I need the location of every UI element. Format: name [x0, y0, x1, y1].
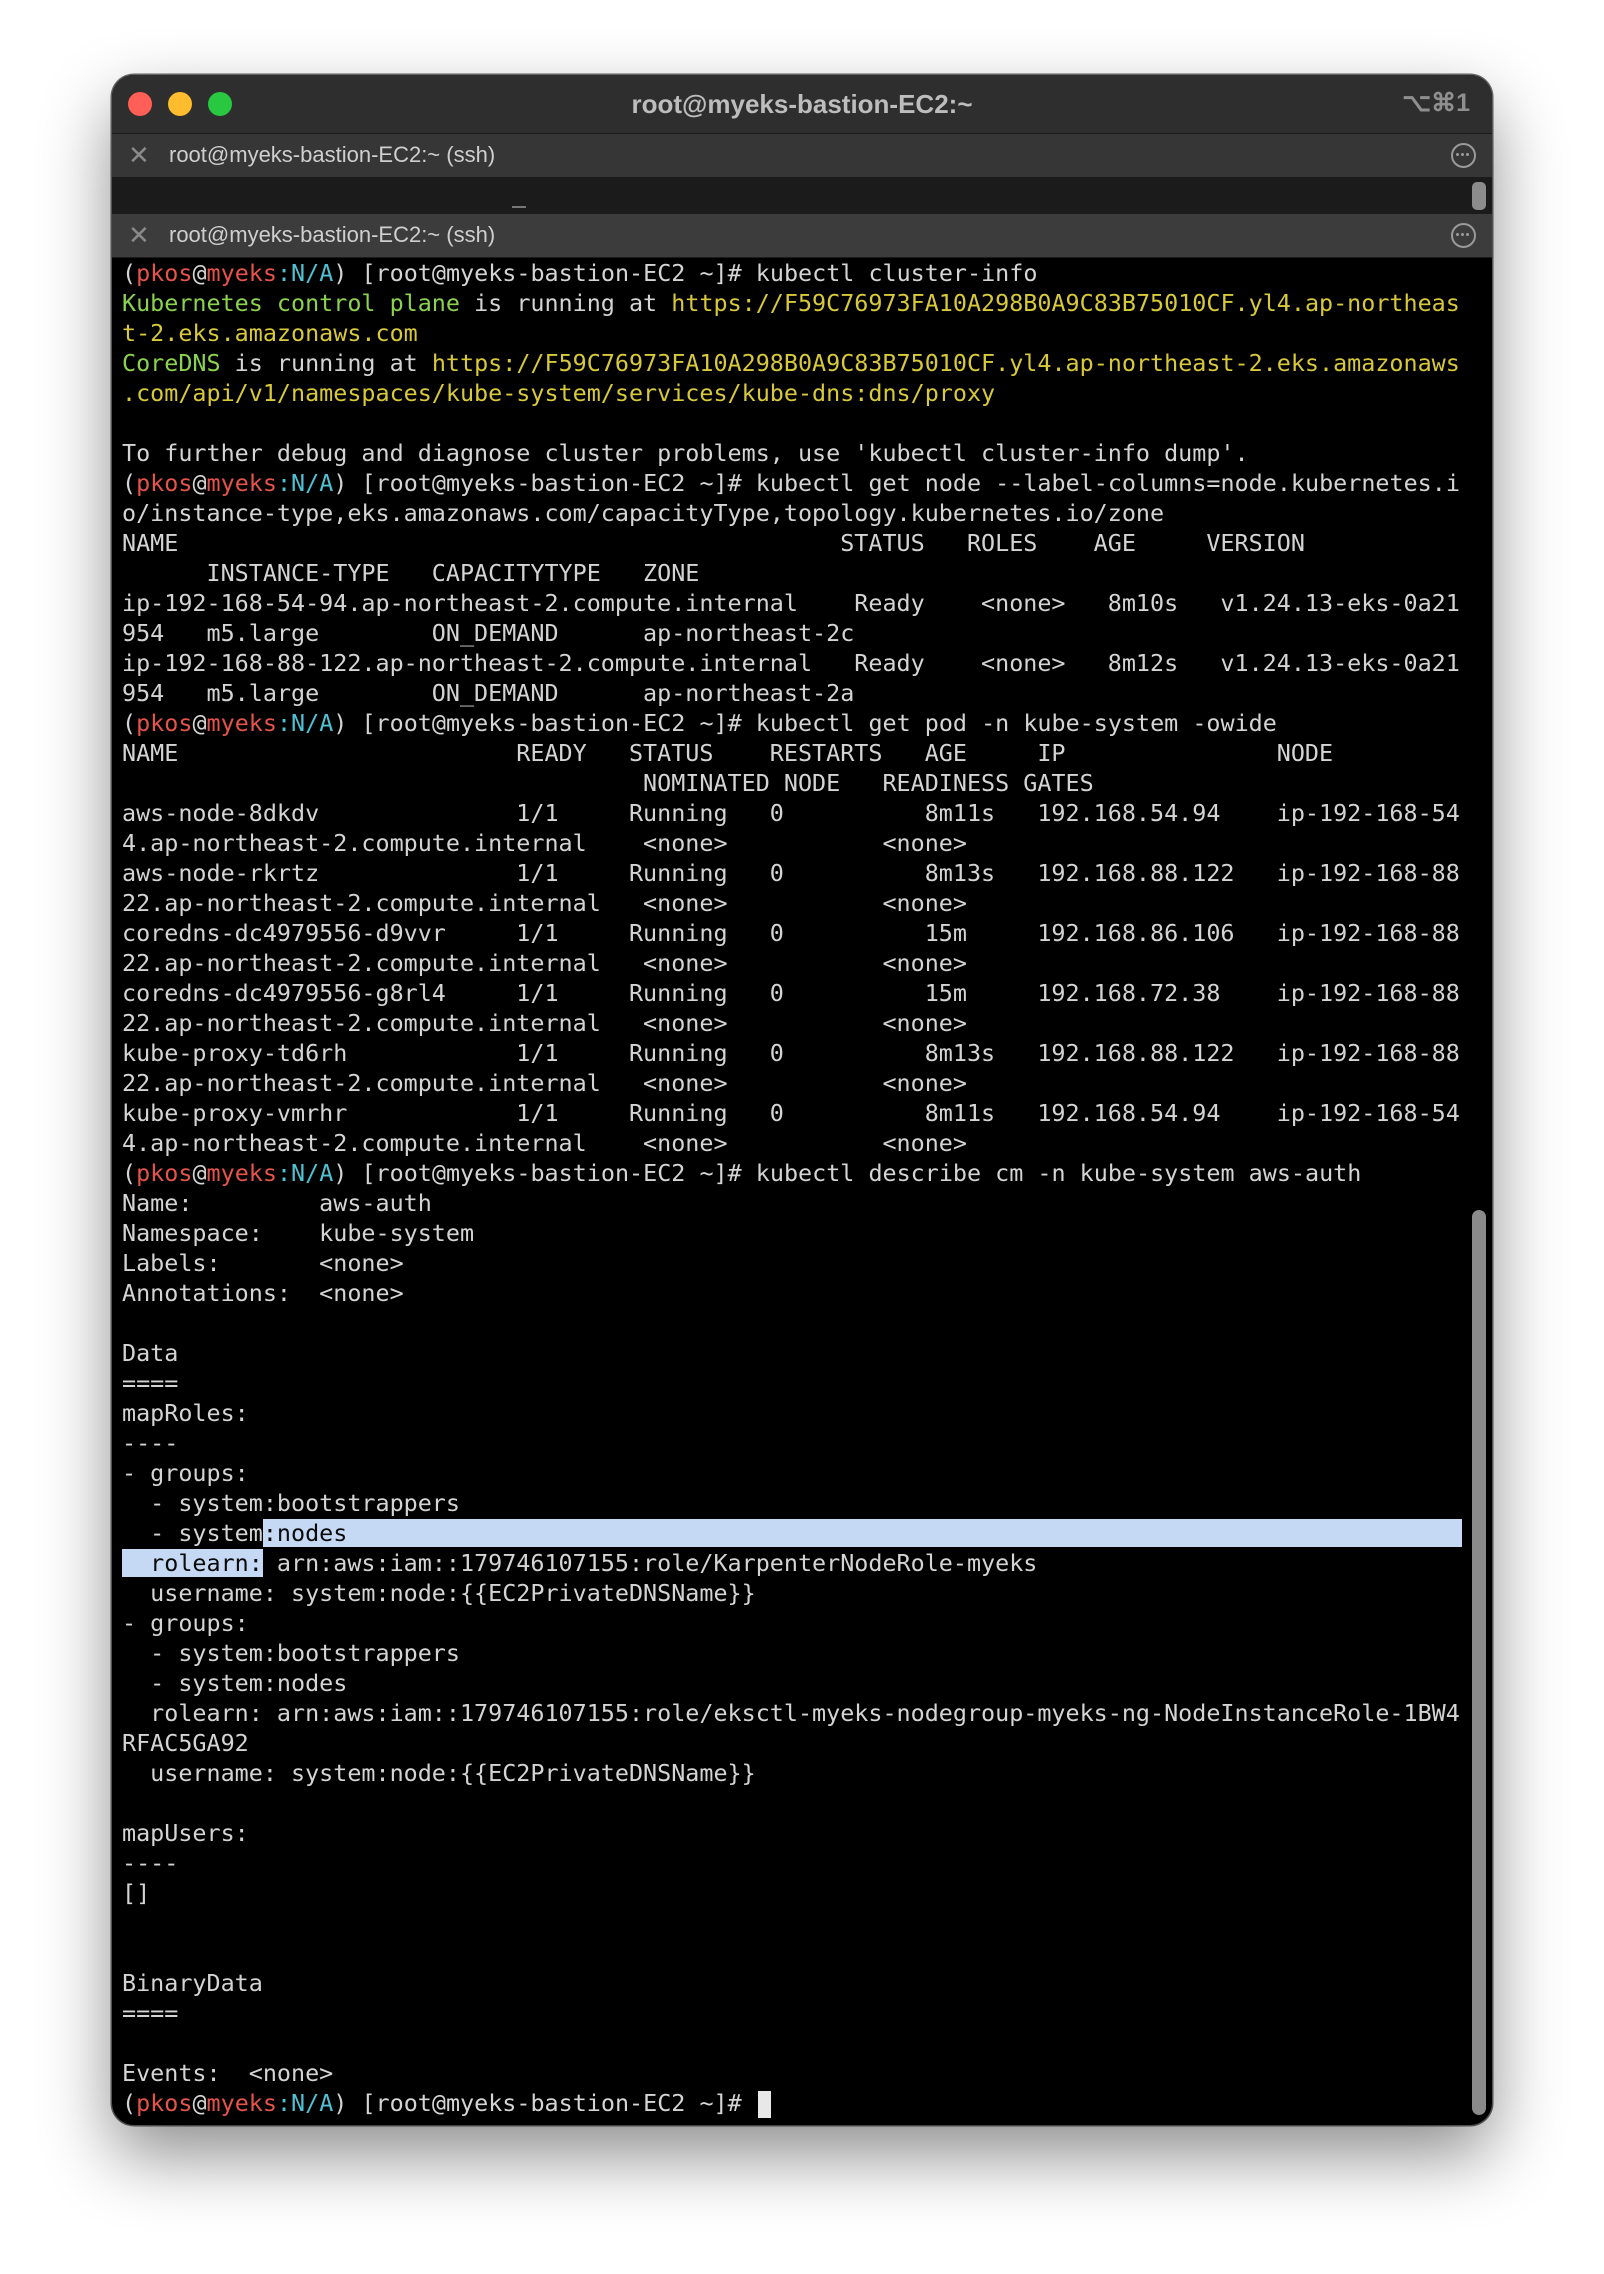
output-line: NAME READY STATUS RESTARTS AGE IP NODE [122, 739, 1334, 767]
terminal-output[interactable]: (pkos@myeks:N/A) [root@myeks-bastion-EC2… [122, 258, 1462, 2118]
output-line: kube-proxy-td6rh 1/1 Running 0 8m13s 192… [122, 1039, 1462, 1067]
command-text: kubectl cluster-info [755, 259, 1038, 287]
output-line: rolearn: arn:aws:iam::179746107155:role/… [122, 1699, 1460, 1727]
output-line: 4.ap-northeast-2.compute.internal <none>… [122, 829, 967, 857]
split-pane-strip [112, 178, 1492, 215]
command-text: kubectl get pod -n kube-system -owide [755, 709, 1277, 737]
output-line: username: system:node:{{EC2PrivateDNSNam… [122, 1579, 756, 1607]
output-line: ip-192-168-54-94.ap-northeast-2.compute.… [122, 589, 1460, 617]
prompt-line: (pkos@myeks:N/A) [root@myeks-bastion-EC2… [122, 1159, 1362, 1187]
output-line: coredns-dc4979556-g8rl4 1/1 Running 0 15… [122, 979, 1462, 1007]
more-options-icon[interactable] [1451, 143, 1476, 168]
output-line: NAME STATUS ROLES AGE VERSION [122, 529, 1305, 557]
selected-line[interactable]: - system:nodes [122, 1518, 1462, 1548]
close-icon[interactable]: ✕ [128, 220, 150, 251]
output-line: ip-192-168-88-122.ap-northeast-2.compute… [122, 649, 1460, 677]
output-line: BinaryData [122, 1969, 263, 1997]
output-line: RFAC5GA92 [122, 1729, 249, 1757]
output-line: 4.ap-northeast-2.compute.internal <none>… [122, 1129, 967, 1157]
output-line: [] [122, 1879, 151, 1907]
output-line: ---- [122, 1429, 179, 1457]
output-line: Namespace: kube-system [122, 1219, 475, 1247]
terminal-window: root@myeks-bastion-EC2:~ ⌥⌘1 ✕ root@myek… [112, 75, 1492, 2125]
output-line: Kubernetes control plane is running at h… [122, 289, 1460, 317]
output-line: .com/api/v1/namespaces/kube-system/servi… [122, 379, 996, 407]
output-line: - system:bootstrappers [122, 1639, 460, 1667]
output-line: ==== [122, 1369, 179, 1397]
output-line: ==== [122, 1999, 179, 2027]
tab-ssh-1[interactable]: ✕ root@myeks-bastion-EC2:~ (ssh) [112, 134, 1492, 178]
output-line: 22.ap-northeast-2.compute.internal <none… [122, 1069, 967, 1097]
cursor-mark [512, 206, 526, 208]
pane-scrollbar[interactable] [1472, 182, 1486, 210]
prompt-line: (pkos@myeks:N/A) [root@myeks-bastion-EC2… [122, 709, 1277, 737]
window-shortcut: ⌥⌘1 [1402, 89, 1470, 117]
prompt-line: (pkos@myeks:N/A) [root@myeks-bastion-EC2… [122, 469, 1460, 497]
output-line: 22.ap-northeast-2.compute.internal <none… [122, 949, 967, 977]
close-icon[interactable]: ✕ [128, 140, 150, 171]
output-line: To further debug and diagnose cluster pr… [122, 439, 1249, 467]
output-line: - groups: [122, 1609, 249, 1637]
output-line: 22.ap-northeast-2.compute.internal <none… [122, 1009, 967, 1037]
command-text: kubectl get node --label-columns=node.ku… [755, 469, 1460, 497]
title-bar: root@myeks-bastion-EC2:~ ⌥⌘1 [112, 75, 1492, 134]
text-cursor [757, 2091, 771, 2118]
output-line: Events: <none> [122, 2059, 334, 2087]
output-line: mapRoles: [122, 1399, 249, 1427]
output-line: o/instance-type,eks.amazonaws.com/capaci… [122, 499, 1165, 527]
text-selection-fill[interactable] [347, 1519, 1462, 1547]
output-line: Data [122, 1339, 179, 1367]
output-line: Annotations: <none> [122, 1279, 404, 1307]
output-line: aws-node-rkrtz 1/1 Running 0 8m13s 192.1… [122, 859, 1462, 887]
output-line: Labels: <none> [122, 1249, 404, 1277]
tab-title: root@myeks-bastion-EC2:~ (ssh) [169, 222, 496, 247]
terminal-scrollbar[interactable] [1472, 1210, 1486, 2115]
command-text: kubectl describe cm -n kube-system aws-a… [755, 1159, 1362, 1187]
output-line: 22.ap-northeast-2.compute.internal <none… [122, 889, 967, 917]
output-line: - system:nodes [122, 1669, 348, 1697]
output-line: mapUsers: [122, 1819, 249, 1847]
tab-ssh-2[interactable]: ✕ root@myeks-bastion-EC2:~ (ssh) [112, 214, 1492, 258]
output-line: kube-proxy-vmrhr 1/1 Running 0 8m11s 192… [122, 1099, 1462, 1127]
output-line: CoreDNS is running at https://F59C76973F… [122, 349, 1460, 377]
window-title: root@myeks-bastion-EC2:~ [631, 89, 973, 119]
selected-line[interactable]: rolearn: arn:aws:iam::179746107155:role/… [122, 1548, 1462, 1578]
output-line: t-2.eks.amazonaws.com [122, 319, 418, 347]
output-line: coredns-dc4979556-d9vvr 1/1 Running 0 15… [122, 919, 1462, 947]
prompt-line: (pkos@myeks:N/A) [root@myeks-bastion-EC2… [122, 259, 1038, 287]
output-line: - groups: [122, 1459, 249, 1487]
output-line: NOMINATED NODE READINESS GATES [122, 769, 1094, 797]
output-line: 954 m5.large ON_DEMAND ap-northeast-2c [122, 619, 855, 647]
output-line: - system:bootstrappers [122, 1489, 460, 1517]
text-selection[interactable]: :nodes [262, 1519, 348, 1547]
prompt-line[interactable]: (pkos@myeks:N/A) [root@myeks-bastion-EC2… [122, 2088, 1462, 2118]
output-line: INSTANCE-TYPE CAPACITYTYPE ZONE [122, 559, 700, 587]
more-options-icon[interactable] [1451, 223, 1476, 248]
output-line: username: system:node:{{EC2PrivateDNSNam… [122, 1759, 756, 1787]
output-line: ---- [122, 1849, 179, 1877]
text-selection[interactable]: rolearn: [122, 1549, 263, 1577]
tab-title: root@myeks-bastion-EC2:~ (ssh) [169, 142, 496, 167]
output-line: Name: aws-auth [122, 1189, 432, 1217]
output-line: aws-node-8dkdv 1/1 Running 0 8m11s 192.1… [122, 799, 1462, 827]
output-line: 954 m5.large ON_DEMAND ap-northeast-2a [122, 679, 855, 707]
